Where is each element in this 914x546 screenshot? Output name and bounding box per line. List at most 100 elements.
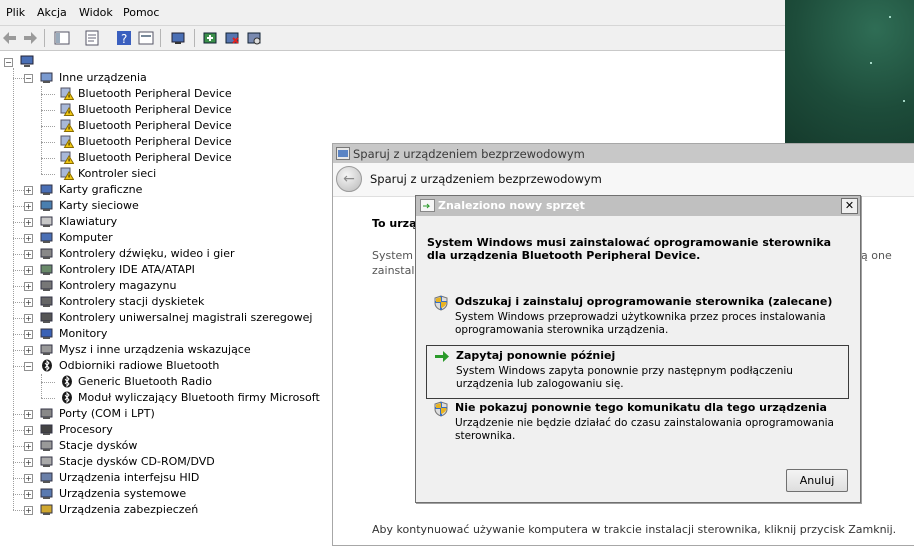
bluetooth-window-icon <box>336 147 350 160</box>
close-icon: ✕ <box>844 199 855 212</box>
option-description: System Windows zapyta ponownie przy nast… <box>456 365 793 390</box>
wizard-footer-text: Aby kontynuować używanie komputera w tra… <box>372 523 897 536</box>
warning-device-icon <box>60 87 74 100</box>
option-heading: Nie pokazuj ponownie tego komunikatu dla… <box>455 401 827 414</box>
tree-connector <box>13 478 24 479</box>
disk-drive-icon <box>40 440 53 451</box>
tree-connector <box>41 142 55 143</box>
view-icon[interactable] <box>138 30 154 46</box>
wizard-title: Sparuj z urządzeniem bezprzewodowym <box>353 147 585 161</box>
dialog-titlebar[interactable]: Znaleziono nowy sprzęt ✕ <box>416 196 860 216</box>
storage-icon <box>40 280 53 291</box>
hid-icon <box>40 472 53 483</box>
expand-icon[interactable]: + <box>24 442 33 451</box>
disable-device-icon[interactable] <box>224 30 240 46</box>
console-tree-icon[interactable] <box>54 30 70 46</box>
computer-icon <box>20 55 34 67</box>
collapse-icon[interactable]: − <box>24 362 33 371</box>
menu-plik[interactable]: Plik <box>6 6 25 19</box>
wizard-header: ← Sparuj z urządzeniem bezprzewodowym <box>333 163 914 197</box>
tree-category-label: Procesory <box>59 423 113 436</box>
expand-icon[interactable]: + <box>24 410 33 419</box>
desktop-background <box>785 0 914 145</box>
warning-device-icon <box>60 151 74 164</box>
expand-icon[interactable]: + <box>24 298 33 307</box>
bluetooth-icon <box>62 391 72 404</box>
tree-connector <box>13 190 24 191</box>
collapse-icon[interactable]: − <box>4 58 13 67</box>
cdrom-icon <box>40 456 53 467</box>
back-button[interactable]: ← <box>336 166 362 192</box>
expand-icon[interactable]: + <box>24 202 33 211</box>
wizard-header-title: Sparuj z urządzeniem bezprzewodowym <box>370 172 602 186</box>
keyboard-icon <box>40 216 53 227</box>
shield-icon <box>434 295 448 311</box>
expand-icon[interactable]: + <box>24 330 33 339</box>
tree-connector <box>13 238 24 239</box>
expand-icon[interactable]: + <box>24 458 33 467</box>
tree-category-label: Porty (COM i LPT) <box>59 407 155 420</box>
display-adapter-icon <box>40 184 53 195</box>
tree-connector <box>41 398 55 399</box>
dialog-title: Znaleziono nowy sprzęt <box>438 199 585 212</box>
expand-icon[interactable]: + <box>24 426 33 435</box>
expand-icon[interactable]: + <box>24 266 33 275</box>
menu-bar: Plik Akcja Widok Pomoc <box>0 0 785 26</box>
uninstall-device-icon[interactable] <box>246 30 262 46</box>
bluetooth-icon <box>62 375 72 388</box>
option-ask-later[interactable]: Zapytaj ponownie później System Windows … <box>426 345 849 399</box>
menu-widok[interactable]: Widok <box>79 6 113 19</box>
warning-device-icon <box>60 103 74 116</box>
expand-icon[interactable]: + <box>24 506 33 515</box>
network-adapter-icon <box>40 200 53 211</box>
star-dot <box>889 16 891 18</box>
device-tree[interactable]: − − Inne urządzenia Bluetooth Peripheral D… <box>0 52 330 544</box>
cancel-button[interactable]: Anuluj <box>786 469 848 492</box>
svg-text:?: ? <box>121 32 127 46</box>
update-driver-icon[interactable] <box>202 30 218 46</box>
option-description: System Windows przeprowadzi użytkownika … <box>455 311 826 336</box>
help-icon[interactable]: ? <box>116 30 132 46</box>
option-dont-show[interactable]: Nie pokazuj ponownie tego komunikatu dla… <box>426 398 847 450</box>
wizard-body-text-1-end: ą one <box>861 249 892 262</box>
properties-icon[interactable] <box>84 30 100 46</box>
star-dot <box>903 100 905 102</box>
tree-connector <box>13 254 24 255</box>
expand-icon[interactable]: + <box>24 346 33 355</box>
menu-akcja[interactable]: Akcja <box>37 6 67 19</box>
unknown-device-icon <box>40 72 53 83</box>
close-button[interactable]: ✕ <box>841 198 858 214</box>
expand-icon[interactable]: + <box>24 474 33 483</box>
sound-icon <box>40 248 53 259</box>
tree-connector <box>13 366 24 367</box>
tree-device-label: Kontroler sieci <box>78 167 157 180</box>
system-device-icon <box>40 488 53 499</box>
tree-connector <box>13 302 24 303</box>
back-arrow-icon[interactable] <box>2 30 18 46</box>
tree-category-label: Inne urządzenia <box>59 71 147 84</box>
menu-pomoc[interactable]: Pomoc <box>123 6 159 19</box>
expand-icon[interactable]: + <box>24 490 33 499</box>
dialog-intro: System Windows musi zainstalować oprogra… <box>427 236 832 262</box>
expand-icon[interactable]: + <box>24 186 33 195</box>
tree-category-label: Urządzenia zabezpieczeń <box>59 503 199 516</box>
toolbar-separator <box>160 29 161 47</box>
mouse-icon <box>40 344 53 355</box>
expand-icon[interactable]: + <box>24 282 33 291</box>
forward-arrow-icon[interactable] <box>22 30 38 46</box>
expand-icon[interactable]: + <box>24 314 33 323</box>
scan-hardware-icon[interactable] <box>170 30 186 46</box>
option-search-install[interactable]: Odszukaj i zainstaluj oprogramowanie ste… <box>426 292 847 344</box>
expand-icon[interactable]: + <box>24 234 33 243</box>
expand-icon[interactable]: + <box>24 218 33 227</box>
green-arrow-icon <box>435 351 449 362</box>
tree-connector <box>13 446 24 447</box>
expand-icon[interactable]: + <box>24 250 33 259</box>
port-icon <box>40 408 53 419</box>
wizard-titlebar[interactable]: Sparuj z urządzeniem bezprzewodowym <box>333 144 914 163</box>
tree-connector <box>13 222 24 223</box>
tree-connector <box>13 350 24 351</box>
ide-icon <box>40 264 53 275</box>
collapse-icon[interactable]: − <box>24 74 33 83</box>
tree-connector <box>13 494 24 495</box>
